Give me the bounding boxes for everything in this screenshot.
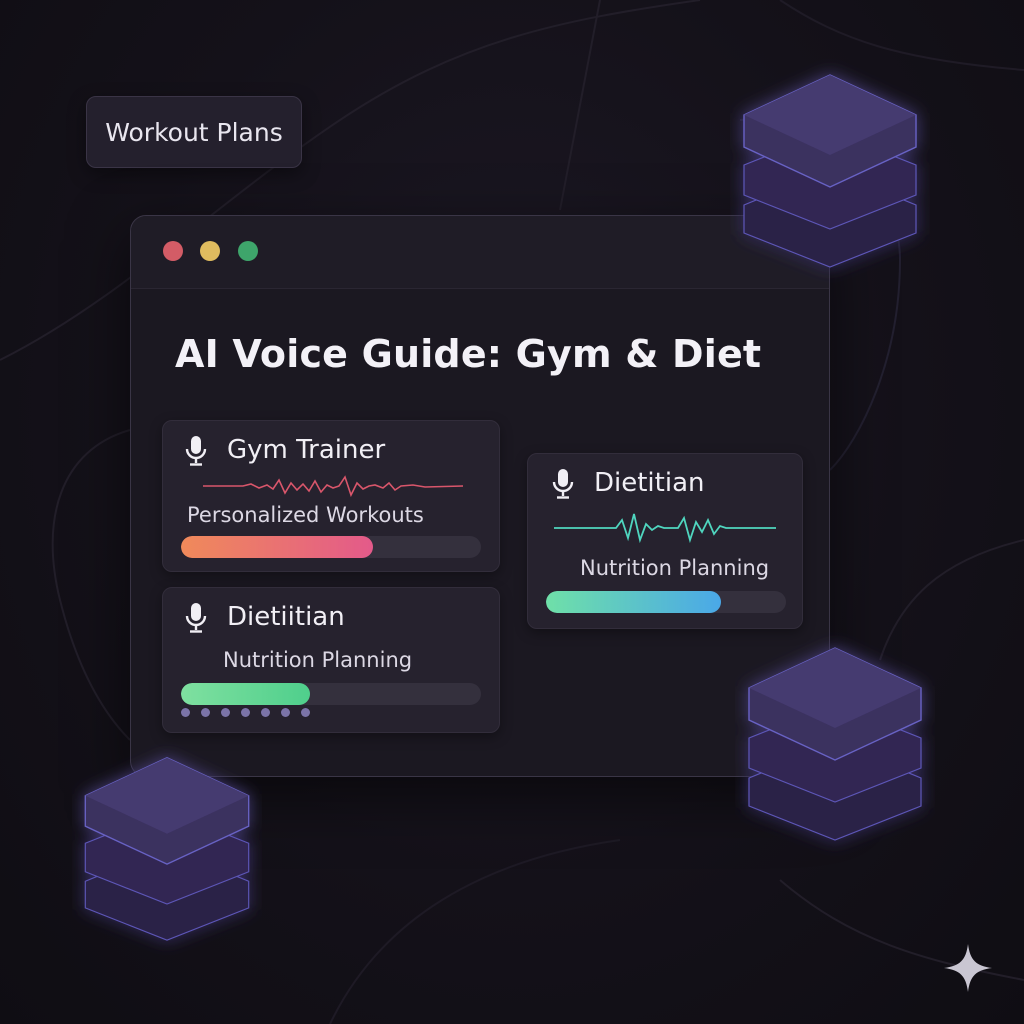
progress-bar — [546, 591, 786, 613]
progress-bar-fill — [546, 591, 722, 613]
card-subtitle: Personalized Workouts — [187, 503, 424, 527]
card-title: Gym Trainer — [227, 435, 386, 465]
card-subtitle: Nutrition Planning — [223, 648, 413, 672]
title-bar — [131, 216, 829, 289]
minimize-window-button[interactable] — [200, 241, 220, 261]
maximize-window-button[interactable] — [238, 241, 258, 261]
voice-waveform — [203, 475, 463, 498]
voice-waveform — [554, 513, 776, 544]
sparkle-icon — [944, 944, 992, 992]
close-window-button[interactable] — [163, 241, 183, 261]
canvas: Workout Plans AI Voice Guide: Gym & Diet… — [0, 0, 1024, 1024]
stacked-blocks-decoration — [84, 757, 250, 941]
dietitian-card-right[interactable]: Dietitian Nutrition Planning — [527, 453, 803, 629]
progress-bar-fill — [181, 536, 373, 558]
app-window: AI Voice Guide: Gym & Diet Gym Trainer P… — [130, 215, 830, 777]
microphone-icon[interactable] — [552, 468, 574, 500]
progress-bar-fill — [181, 683, 310, 705]
progress-bar — [181, 683, 481, 705]
card-title: Dietitian — [594, 468, 705, 498]
card-subtitle: Nutrition Planning — [580, 556, 770, 580]
stacked-blocks-decoration — [743, 74, 917, 268]
stacked-blocks-decoration — [748, 647, 922, 841]
microphone-icon[interactable] — [185, 602, 207, 634]
loading-dots — [181, 708, 310, 717]
card-title: Dietiitian — [227, 602, 345, 632]
microphone-icon[interactable] — [185, 435, 207, 467]
page-title: AI Voice Guide: Gym & Diet — [175, 332, 762, 376]
workout-plans-chip[interactable]: Workout Plans — [86, 96, 302, 168]
dietitian-card-left[interactable]: Dietiitian Nutrition Planning — [162, 587, 500, 733]
gym-trainer-card[interactable]: Gym Trainer Personalized Workouts — [162, 420, 500, 572]
progress-bar — [181, 536, 481, 558]
